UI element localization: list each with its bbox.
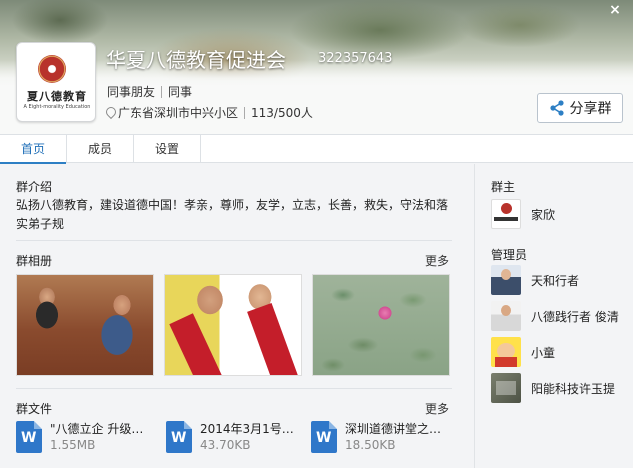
file-name: 2014年3月1号… bbox=[200, 422, 294, 436]
group-tag[interactable]: 同事 bbox=[168, 83, 192, 100]
group-home-main: 群介绍 弘扬八德教育，建设道德中国！孝亲，尊师，友学，立志，长善，救失，守法和落… bbox=[0, 164, 466, 468]
group-id: 322357643 bbox=[318, 51, 393, 66]
admin-member[interactable]: 阳能科技许玉提 bbox=[491, 373, 615, 403]
album-more-link[interactable]: 更多 bbox=[425, 252, 449, 269]
group-tabs: 首页 成员 设置 bbox=[0, 134, 633, 164]
group-meta: 广东省深圳市中兴小区 113/500人 bbox=[105, 104, 313, 121]
tab-members[interactable]: 成员 bbox=[67, 135, 134, 163]
group-avatar[interactable]: 夏八德教育 A Eight-morality Education bbox=[16, 42, 96, 122]
admin-member[interactable]: 小童 bbox=[491, 337, 555, 367]
file-item[interactable]: W 2014年3月1号… 43.70KB bbox=[166, 421, 294, 455]
word-document-icon: W bbox=[16, 421, 42, 453]
admins-title: 管理员 bbox=[491, 248, 528, 262]
member-name: 家欣 bbox=[531, 207, 556, 222]
files-title: 群文件 bbox=[16, 402, 53, 416]
member-name: 八德践行者 俊清 bbox=[531, 309, 619, 324]
share-group-button[interactable]: 分享群 bbox=[537, 93, 623, 123]
file-size: 43.70KB bbox=[200, 438, 251, 452]
word-document-icon: W bbox=[166, 421, 192, 453]
owner-member[interactable]: 家欣 bbox=[491, 199, 555, 229]
album-photo-2[interactable] bbox=[164, 274, 302, 376]
avatar bbox=[491, 373, 521, 403]
group-member-count: 113/500人 bbox=[251, 106, 313, 120]
file-item[interactable]: W "八德立企 升级… 1.55MB bbox=[16, 421, 143, 455]
group-logo-emblem bbox=[38, 55, 66, 83]
group-tags: 同事朋友 同事 bbox=[107, 83, 192, 100]
group-name: 华夏八德教育促进会 bbox=[106, 48, 286, 72]
member-name: 阳能科技许玉提 bbox=[531, 381, 616, 396]
files-more-link[interactable]: 更多 bbox=[425, 400, 449, 417]
group-logo-subtext: A Eight-morality Education bbox=[23, 104, 91, 110]
avatar bbox=[491, 301, 521, 331]
owner-title: 群主 bbox=[491, 180, 516, 194]
album-photo-3[interactable] bbox=[312, 274, 450, 376]
close-icon[interactable]: × bbox=[607, 2, 623, 18]
file-name: "八德立企 升级… bbox=[50, 422, 144, 436]
avatar bbox=[491, 337, 521, 367]
file-size: 18.50KB bbox=[345, 438, 396, 452]
tab-settings[interactable]: 设置 bbox=[134, 135, 201, 163]
intro-text: 弘扬八德教育，建设道德中国！孝亲，尊师，友学，立志，长善，救失，守法和落实弟子规 bbox=[16, 198, 449, 231]
admin-member[interactable]: 天和行者 bbox=[491, 265, 579, 295]
word-document-icon: W bbox=[311, 421, 337, 453]
avatar bbox=[491, 265, 521, 295]
admin-member[interactable]: 八德践行者 俊清 bbox=[491, 301, 619, 331]
file-name: 深圳道德讲堂之… bbox=[345, 422, 442, 436]
album-photo-1[interactable] bbox=[16, 274, 154, 376]
group-logo-text: 夏八德教育 bbox=[27, 90, 87, 103]
share-group-label: 分享群 bbox=[569, 101, 612, 117]
avatar bbox=[491, 199, 521, 229]
group-tag[interactable]: 同事朋友 bbox=[107, 83, 155, 100]
group-sidebar: 群主 家欣 管理员 天和行者 八德践行者 俊清 小童 阳能科技许玉提 bbox=[474, 164, 633, 468]
group-location: 广东省深圳市中兴小区 bbox=[118, 106, 239, 120]
album-title: 群相册 bbox=[16, 254, 53, 268]
member-name: 天和行者 bbox=[531, 273, 580, 288]
tab-home[interactable]: 首页 bbox=[0, 135, 67, 164]
file-item[interactable]: W 深圳道德讲堂之… 18.50KB bbox=[311, 421, 441, 455]
location-pin-icon bbox=[105, 107, 115, 119]
intro-title: 群介绍 bbox=[16, 180, 53, 194]
share-icon bbox=[549, 100, 565, 116]
member-name: 小童 bbox=[531, 345, 556, 360]
group-header-banner: × 夏八德教育 A Eight-morality Education 华夏八德教… bbox=[0, 0, 633, 134]
file-size: 1.55MB bbox=[50, 438, 96, 452]
